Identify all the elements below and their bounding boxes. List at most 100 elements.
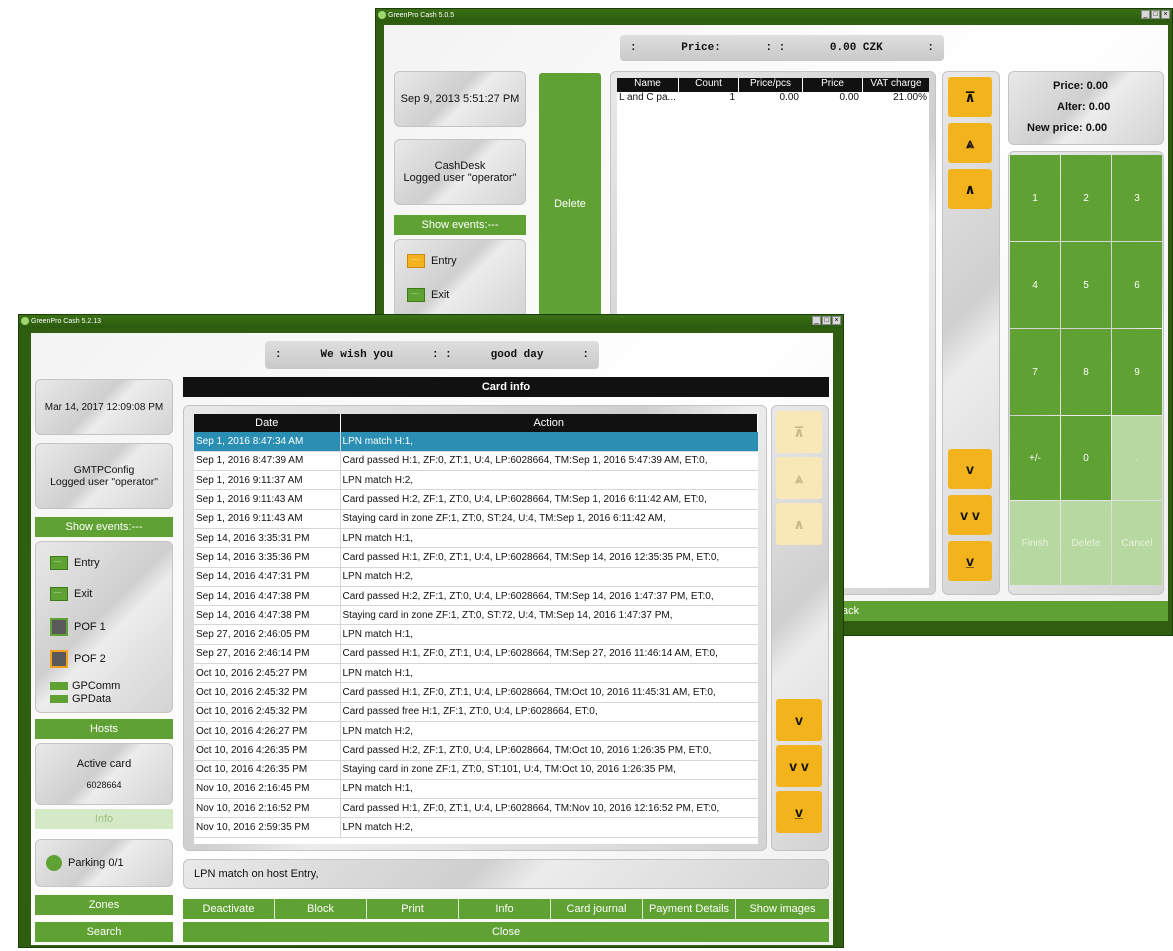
close-icon[interactable]: ×	[832, 316, 841, 325]
event-exit[interactable]: Exit	[50, 587, 92, 601]
close-icon[interactable]: ×	[1161, 10, 1170, 19]
card-journal-table-wrap: Date Action Sep 1, 2016 8:47:34 AM LPN ma…	[194, 414, 758, 844]
keypad-9[interactable]: 9	[1112, 329, 1162, 415]
logged-user: Logged user "operator"	[50, 476, 158, 488]
show-events-button[interactable]: Show events:---	[394, 215, 526, 235]
table-row[interactable]: Oct 10, 2016 4:26:35 PM Card passed H:2, …	[194, 740, 758, 761]
items-table-row[interactable]: L and C pa... 1 0.00 0.00 21.00%	[617, 92, 929, 106]
event-entry[interactable]: Entry	[50, 556, 100, 570]
show-images-button[interactable]: Show images	[736, 899, 829, 919]
scroll-top-icon[interactable]: ⊼	[948, 77, 992, 117]
scroll-down-icon[interactable]: v	[776, 699, 822, 741]
table-row[interactable]: Sep 14, 2016 4:47:31 PM LPN match H:2,	[194, 567, 758, 587]
keypad-7[interactable]: 7	[1010, 329, 1060, 415]
minimize-icon[interactable]: _	[1141, 10, 1150, 19]
marquee-sep: : :	[431, 349, 452, 361]
keypad-2[interactable]: 2	[1061, 155, 1111, 241]
scroll-top-icon[interactable]: ⊼	[776, 411, 822, 453]
scroll-page-up-icon[interactable]: ⩓	[948, 123, 992, 163]
keypad-delete-button[interactable]: Delete	[1061, 501, 1111, 585]
scroll-up-icon[interactable]: ∧	[948, 169, 992, 209]
scroll-page-up-icon[interactable]: ⩓	[776, 457, 822, 499]
keypad-plus-minus[interactable]: +/-	[1010, 416, 1060, 500]
station-name: GMTPConfig	[73, 464, 135, 476]
scroll-down-icon[interactable]: v	[948, 449, 992, 489]
parking-status[interactable]: Parking 0/1	[46, 855, 124, 871]
deactivate-button[interactable]: Deactivate	[183, 899, 275, 919]
cell-action: Card passed H:2, ZF:1, ZT:0, U:4, LP:602…	[340, 740, 758, 761]
table-row[interactable]: Nov 10, 2016 2:59:35 PM LPN match H:2,	[194, 817, 758, 838]
cell-date: Nov 10, 2016 2:16:45 PM	[194, 779, 341, 800]
table-row[interactable]: Nov 10, 2016 2:16:45 PM LPN match H:1,	[194, 779, 758, 800]
table-row[interactable]: Sep 1, 2016 9:11:43 AM Card passed H:2, Z…	[194, 489, 758, 510]
table-row[interactable]: Oct 10, 2016 4:26:35 PM Staying card in z…	[194, 760, 758, 780]
col-count[interactable]: Count	[679, 78, 739, 92]
close-button[interactable]: Close	[183, 922, 829, 942]
hosts-button[interactable]: Hosts	[35, 719, 173, 739]
maximize-icon[interactable]: □	[822, 316, 831, 325]
col-price[interactable]: Price	[803, 78, 863, 92]
keypad-1[interactable]: 1	[1010, 155, 1060, 241]
table-row[interactable]: Oct 10, 2016 2:45:32 PM Card passed free …	[194, 702, 758, 722]
table-row[interactable]: Sep 1, 2016 8:47:34 AM LPN match H:1,	[194, 432, 758, 452]
scroll-bottom-icon[interactable]: v̲	[776, 791, 822, 833]
keypad-5[interactable]: 5	[1061, 242, 1111, 328]
table-row[interactable]: Sep 1, 2016 8:47:39 AM Card passed H:1, Z…	[194, 451, 758, 472]
parking-status-icon	[46, 855, 62, 871]
col-name[interactable]: Name	[617, 78, 679, 92]
table-row[interactable]: Sep 27, 2016 2:46:14 PM Card passed H:1, …	[194, 644, 758, 665]
block-button[interactable]: Block	[275, 899, 367, 919]
scroll-bottom-icon[interactable]: v̲	[948, 541, 992, 581]
cell-date: Sep 1, 2016 9:11:37 AM	[194, 470, 341, 491]
search-button[interactable]: Search	[35, 922, 173, 942]
scroll-up-icon[interactable]: ∧	[776, 503, 822, 545]
delete-button[interactable]: Delete	[539, 73, 601, 335]
zones-button[interactable]: Zones	[35, 895, 173, 915]
scroll-page-down-icon[interactable]: v v	[948, 495, 992, 535]
card-journal-button[interactable]: Card journal	[551, 899, 643, 919]
table-row[interactable]: Sep 14, 2016 4:47:38 PM Card passed H:2, …	[194, 586, 758, 607]
event-pof1[interactable]: POF 1	[50, 618, 106, 636]
front-window-title: GreenPro Cash 5.2.13	[31, 318, 102, 325]
delete-label: Delete	[554, 198, 586, 210]
table-row[interactable]: Sep 27, 2016 2:46:05 PM LPN match H:1,	[194, 624, 758, 645]
table-row[interactable]: Sep 14, 2016 3:35:36 PM Card passed H:1, …	[194, 547, 758, 568]
print-button[interactable]: Print	[367, 899, 459, 919]
col-vat[interactable]: VAT charge	[863, 78, 929, 92]
event-entry[interactable]: Entry	[407, 254, 457, 268]
table-row[interactable]: Sep 1, 2016 9:11:43 AM Staying card in zo…	[194, 509, 758, 529]
payment-details-button[interactable]: Payment Details	[643, 899, 736, 919]
table-row[interactable]: Sep 14, 2016 4:47:38 PM Staying card in z…	[194, 605, 758, 626]
keypad-8[interactable]: 8	[1061, 329, 1111, 415]
maximize-icon[interactable]: □	[1151, 10, 1160, 19]
finish-button[interactable]: Finish	[1010, 501, 1060, 585]
keypad-6[interactable]: 6	[1112, 242, 1162, 328]
cancel-button[interactable]: Cancel	[1112, 501, 1162, 585]
minimize-icon[interactable]: _	[812, 316, 821, 325]
show-events-button[interactable]: Show events:---	[35, 517, 173, 537]
table-row[interactable]: Oct 10, 2016 2:45:27 PM LPN match H:1,	[194, 663, 758, 684]
keypad-0[interactable]: 0	[1061, 416, 1111, 500]
marquee-sep: :	[275, 349, 282, 361]
table-row[interactable]: Sep 1, 2016 9:11:37 AM LPN match H:2,	[194, 470, 758, 491]
col-price-pcs[interactable]: Price/pcs	[739, 78, 803, 92]
info-button[interactable]: Info	[459, 899, 551, 919]
info-side-button[interactable]: Info	[35, 809, 173, 829]
cell-action: LPN match H:1,	[340, 624, 758, 645]
event-pof2[interactable]: POF 2	[50, 650, 106, 668]
scroll-page-down-icon[interactable]: v v	[776, 745, 822, 787]
table-row[interactable]: Oct 10, 2016 2:45:32 PM Card passed H:1, …	[194, 682, 758, 703]
new-price-value: 0.00	[1085, 122, 1108, 134]
parking-panel: Parking 0/1	[35, 839, 173, 887]
col-action[interactable]: Action	[340, 414, 758, 432]
table-row[interactable]: Oct 10, 2016 4:26:27 PM LPN match H:2,	[194, 721, 758, 742]
event-exit[interactable]: Exit	[407, 288, 449, 302]
table-row[interactable]: Nov 10, 2016 2:16:52 PM Card passed H:1, …	[194, 798, 758, 819]
cell-action: Card passed H:1, ZF:0, ZT:1, U:4, LP:602…	[340, 798, 758, 819]
keypad-decimal[interactable]: .	[1112, 416, 1162, 500]
col-date[interactable]: Date	[194, 414, 341, 432]
keypad-4[interactable]: 4	[1010, 242, 1060, 328]
back-window-titlebar: GreenPro Cash 5.0.5 _ □ ×	[376, 9, 1172, 22]
table-row[interactable]: Sep 14, 2016 3:35:31 PM LPN match H:1,	[194, 528, 758, 549]
keypad-3[interactable]: 3	[1112, 155, 1162, 241]
